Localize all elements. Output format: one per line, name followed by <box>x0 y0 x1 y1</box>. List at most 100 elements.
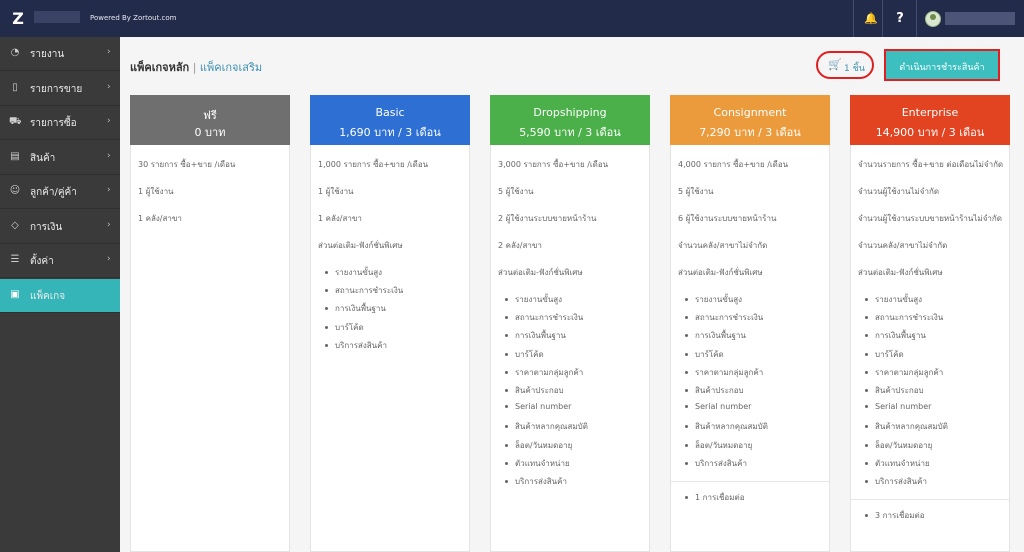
bullet-icon <box>865 298 868 301</box>
plan-feature-row: 4,000 รายการ ซื้อ+ขาย /เดือน <box>678 160 789 169</box>
plan-feature-row: 1 คลัง/สาขา <box>318 214 362 223</box>
checkout-button[interactable]: ดำเนินการชำระสินค้า <box>884 49 1000 81</box>
plan-feature-label: สินค้าหลากคุณสมบัติ <box>695 422 768 432</box>
cart-icon: 🛒 <box>828 58 842 71</box>
tab-addon-package[interactable]: แพ็คเกจเสริม <box>200 61 262 74</box>
help-button[interactable]: ? <box>891 9 909 29</box>
plan-feature-label: สินค้าหลากคุณสมบัติ <box>515 422 588 432</box>
plan-feature-label: สถานะการชำระเงิน <box>515 313 584 323</box>
plan-feature-label: Serial number <box>515 402 572 412</box>
plan-feature-row: 1,000 รายการ ซื้อ+ขาย /เดือน <box>318 160 429 169</box>
bullet-icon <box>505 298 508 301</box>
plan-feature-item: บริการส่งสินค้า <box>505 475 645 488</box>
plan-feature-row: 6 ผู้ใช้งานระบบขายหน้าร้าน <box>678 214 777 223</box>
connection-label: 3 การเชื่อมต่อ <box>875 511 925 521</box>
plan-header[interactable]: ฟรี 0 บาท <box>130 95 290 145</box>
plan-feature-label: สินค้าประกอบ <box>515 386 564 395</box>
plan-card[interactable]: Dropshipping 5,590 บาท / 3 เดือน 3,000 ราย… <box>490 95 650 552</box>
plan-feature-row: 1 ผู้ใช้งาน <box>138 187 174 196</box>
plan-feature-item: ล็อต/วันหมดอายุ <box>505 439 645 452</box>
plan-feature-label: การเงินพื้นฐาน <box>695 331 746 341</box>
breadcrumb: แพ็คเกจหลัก | แพ็คเกจเสริม <box>130 58 262 76</box>
bullet-icon <box>505 334 508 338</box>
plan-price: 5,590 บาท / 3 เดือน <box>519 126 621 139</box>
user-avatar[interactable] <box>925 11 941 27</box>
chevron-right-icon: › <box>107 254 111 264</box>
plan-feature-item: บาร์โค้ด <box>865 348 1005 361</box>
box-icon: ▤ <box>10 150 20 162</box>
user-name[interactable] <box>945 12 1015 25</box>
plan-feature-row: 3,000 รายการ ซื้อ+ขาย /เดือน <box>498 160 609 169</box>
sidebar-item-3[interactable]: ▤ สินค้า › <box>0 141 120 175</box>
plan-card[interactable]: Basic 1,690 บาท / 3 เดือน 1,000 รายการ ซื้… <box>310 95 470 552</box>
bullet-icon <box>865 316 868 320</box>
plan-price: 7,290 บาท / 3 เดือน <box>699 126 801 139</box>
plan-feature-item: บาร์โค้ด <box>325 321 465 334</box>
plan-feature-item: บาร์โค้ด <box>505 348 645 361</box>
plan-card[interactable]: Enterprise 14,900 บาท / 3 เดือน จำนวนรายกา… <box>850 95 1010 552</box>
shop-name <box>34 11 80 23</box>
plan-feature-item: บาร์โค้ด <box>685 348 825 361</box>
plan-feature-label: รายงานขั้นสูง <box>695 295 743 304</box>
cart-button[interactable]: 🛒 1 ชิ้น <box>816 51 874 79</box>
plan-feature-item: รายงานขั้นสูง <box>865 293 1005 306</box>
plan-card[interactable]: ฟรี 0 บาท 30 รายการ ซื้อ+ขาย /เดือน 1 ผู้ใช… <box>130 95 290 552</box>
sidebar-item-0[interactable]: ◔ รายงาน › <box>0 37 120 71</box>
plan-feature-label: สถานะการชำระเงิน <box>335 286 404 296</box>
plan-price: 1,690 บาท / 3 เดือน <box>339 126 441 139</box>
bullet-icon <box>685 443 688 447</box>
document-icon: ▯ <box>12 81 18 93</box>
plan-feature-label: ล็อต/วันหมดอายุ <box>695 440 753 450</box>
plan-feature-label: รายงานขั้นสูง <box>335 268 383 277</box>
plan-feature-item: การเงินพื้นฐาน <box>865 329 1005 342</box>
plan-feature-item: บริการส่งสินค้า <box>685 457 825 470</box>
bullet-icon <box>505 405 508 409</box>
plan-feature-row: จำนวนคลัง/สาขาไม่จำกัด <box>858 241 948 250</box>
chevron-right-icon: › <box>107 81 111 92</box>
sidebar-item-2[interactable]: ⛟ รายการซื้อ › <box>0 106 120 140</box>
bullet-icon <box>865 389 868 392</box>
tab-main-package[interactable]: แพ็คเกจหลัก <box>130 61 189 74</box>
plan-feature-row: 2 คลัง/สาขา <box>498 241 542 250</box>
bullet-icon <box>865 352 868 356</box>
sidebar-item-label: ตั้งค่า <box>30 256 54 267</box>
plan-name: Enterprise <box>901 106 959 119</box>
plan-header[interactable]: Consignment 7,290 บาท / 3 เดือน <box>670 95 830 145</box>
plan-feature-label: สถานะการชำระเงิน <box>875 313 944 323</box>
plan-feature-label: Serial number <box>875 402 932 412</box>
plan-feature-item: ราคาตามกลุ่มลูกค้า <box>685 366 825 379</box>
bullet-icon <box>325 325 328 329</box>
plan-card[interactable]: Consignment 7,290 บาท / 3 เดือน 4,000 รายก… <box>670 95 830 552</box>
sidebar-item-6[interactable]: ☰ ตั้งค่า › <box>0 244 120 278</box>
package-icon: ▣ <box>10 288 20 300</box>
bullet-icon <box>865 405 868 409</box>
plan-feature-item: บริการส่งสินค้า <box>865 475 1005 488</box>
powered-by-text: Powered By Zortout.com <box>90 14 177 22</box>
plan-header[interactable]: Basic 1,690 บาท / 3 เดือน <box>310 95 470 145</box>
sidebar-item-5[interactable]: ◇ การเงิน › <box>0 210 120 244</box>
plan-feature-label: รายงานขั้นสูง <box>875 295 923 304</box>
plan-feature-item: สินค้าหลากคุณสมบัติ <box>865 420 1005 433</box>
plan-feature-item: สถานะการชำระเงิน <box>685 311 825 324</box>
sidebar-item-1[interactable]: ▯ รายการขาย › <box>0 72 120 106</box>
plan-header[interactable]: Enterprise 14,900 บาท / 3 เดือน <box>850 95 1010 145</box>
sidebar-item-7[interactable]: ▣ แพ็คเกจ <box>0 278 120 313</box>
chevron-right-icon: › <box>107 185 111 195</box>
bullet-icon <box>505 370 508 374</box>
zortout-logo[interactable]: Z <box>8 9 28 29</box>
plan-feature-label: การเงินพื้นฐาน <box>515 331 566 341</box>
plan-feature-item: สถานะการชำระเงิน <box>325 284 465 297</box>
sidebar-item-label: รายการซื้อ <box>30 118 77 129</box>
plan-feature-item: Serial number <box>865 402 1005 411</box>
bullet-icon <box>685 425 688 429</box>
plan-feature-label: บริการส่งสินค้า <box>515 477 567 486</box>
sidebar-item-4[interactable]: ☺ ลูกค้า/คู่ค้า › <box>0 175 120 209</box>
plan-feature-label: บริการส่งสินค้า <box>875 477 927 486</box>
bell-icon[interactable]: 🔔 <box>862 10 880 28</box>
plan-feature-label: สินค้าประกอบ <box>875 386 924 395</box>
bullet-icon <box>325 289 328 293</box>
plan-feature-row: จำนวนคลัง/สาขาไม่จำกัด <box>678 241 768 250</box>
plan-feature-label: การเงินพื้นฐาน <box>875 331 926 341</box>
plan-feature-item: สินค้าประกอบ <box>685 384 825 397</box>
plan-header[interactable]: Dropshipping 5,590 บาท / 3 เดือน <box>490 95 650 145</box>
